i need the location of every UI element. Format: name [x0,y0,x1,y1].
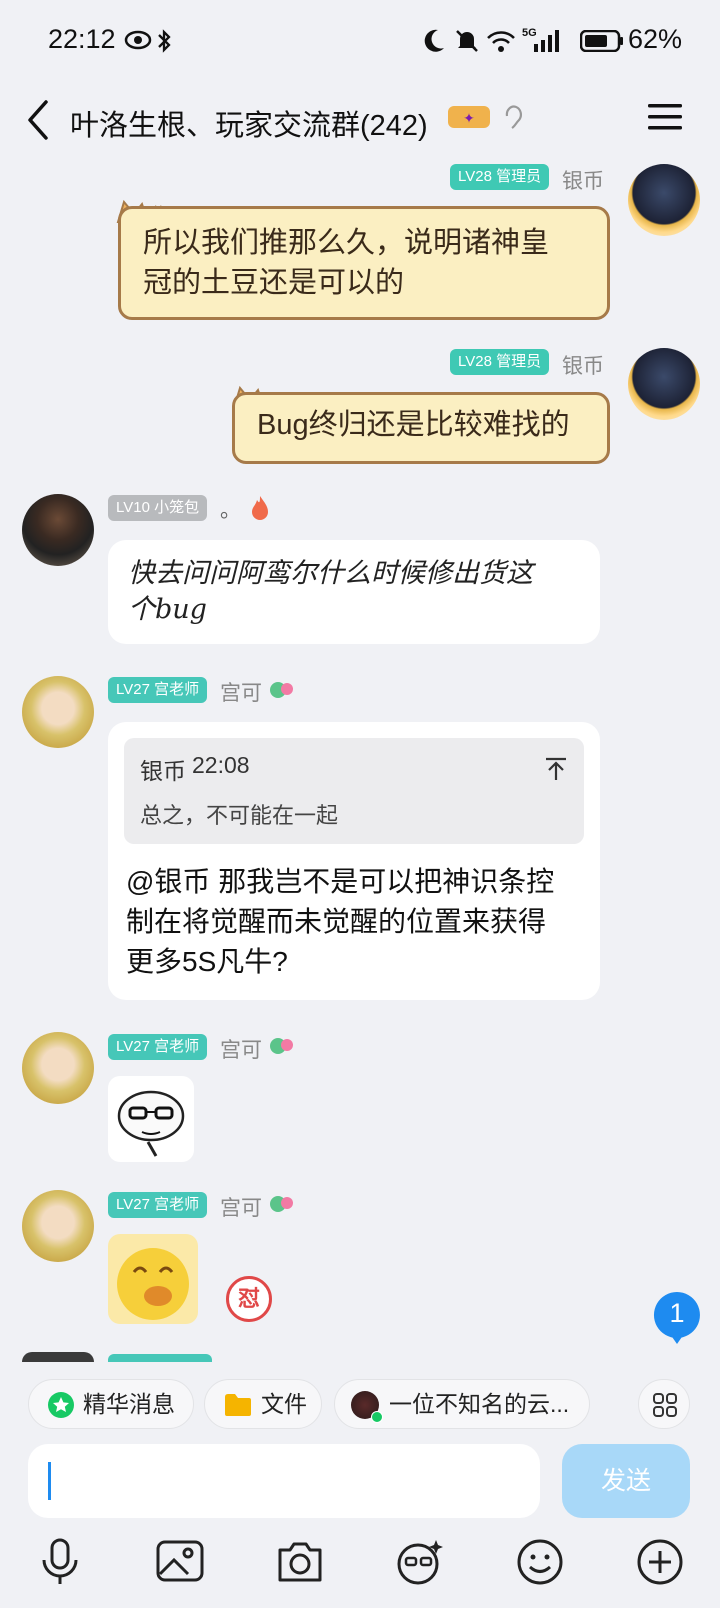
star-icon [48,1392,74,1418]
member-level-badge: LV27 宫老师 [108,677,208,703]
sender-nickname[interactable]: 宫可 [220,1034,262,1064]
chip-member[interactable]: 一位不知名的云... [334,1379,590,1429]
send-button[interactable]: 发送 [562,1444,690,1518]
chip-label: 精华消息 [83,1391,175,1417]
chip-files[interactable]: 文件 [204,1379,322,1429]
message-text-line: 所以我们推那么久，说明诸神皇 [143,227,550,259]
sticker-image[interactable] [108,1076,194,1162]
message-text-line: 个bug [128,594,207,625]
message-text-line: @银币 那我岂不是可以把神识条控 [126,866,555,897]
member-level-badge: LV27 宫老师 [108,1192,208,1218]
grid-icon [653,1393,677,1417]
quote-time: 22:08 [192,752,250,778]
message-text-line: 冠的土豆还是可以的 [143,267,405,299]
sender-nickname[interactable]: 。 [220,494,241,524]
face-effect-icon[interactable] [394,1536,446,1588]
message-bubble[interactable]: 所以我们推那么久，说明诸神皇 冠的土豆还是可以的 [118,206,610,320]
message-text: Bug终归还是比较难找的 [257,409,570,441]
status-bar: 22:12 5G 62% [0,0,720,80]
avatar[interactable] [22,1032,94,1104]
ear-icon[interactable] [502,104,524,132]
member-level-badge [108,1354,212,1362]
message-text-line: 更多5S凡牛? [126,946,288,977]
mute-bell-icon [456,30,478,52]
svg-text:✦: ✦ [463,111,475,127]
member-level-badge: LV28 管理员 [450,349,550,375]
chip-label: 一位不知名的云... [389,1391,570,1417]
folder-icon [225,1394,251,1416]
text-cursor [48,1462,51,1500]
avatar[interactable] [22,494,94,566]
group-badge-icon: ✦ [448,106,490,128]
jump-to-top-icon[interactable] [544,756,568,782]
moon-icon [424,29,444,52]
message-bubble[interactable]: 银币 22:08 总之，不可能在一起 @银币 那我岂不是可以把神识条控 制在将觉… [108,722,600,1000]
sticker-image[interactable] [108,1234,198,1324]
sender-nickname[interactable]: 银币 [562,350,604,380]
signal-icon [534,30,559,52]
camera-icon[interactable] [274,1536,326,1588]
wifi-icon [487,31,515,52]
sticker-icon [117,1090,185,1157]
reaction-badge[interactable]: 怼 [226,1276,272,1322]
back-arrow-icon[interactable] [26,100,50,140]
avatar[interactable] [628,348,700,420]
sender-nickname[interactable]: 宫可 [220,677,262,707]
message-text: @银币 那我岂不是可以把神识条控 制在将觉醒而未觉醒的位置来获得 更多5S凡牛? [126,862,554,982]
battery-percent: 62% [628,24,683,54]
member-level-badge: LV28 管理员 [450,164,550,190]
sender-nickname[interactable]: 银币 [562,165,604,195]
message-input[interactable] [28,1444,540,1518]
avatar[interactable] [22,676,94,748]
dragon-icon [270,1196,293,1212]
member-level-badge: LV10 小笼包 [108,495,208,521]
unread-count: 1 [669,1298,685,1328]
emoji-icon[interactable] [514,1536,566,1588]
member-level-badge: LV27 宫老师 [108,1034,208,1060]
menu-icon[interactable] [648,102,682,132]
chip-highlights[interactable]: 精华消息 [28,1379,194,1429]
mic-icon[interactable] [34,1536,86,1588]
message-text-line: 快去问问阿鸾尔什么时候修出货这 [128,558,533,589]
dragon-icon [270,682,293,698]
flame-icon [252,496,268,520]
dragon-icon [270,1038,293,1054]
apps-button[interactable] [638,1379,690,1429]
status-time: 22:12 [48,24,116,54]
avatar[interactable] [628,164,700,236]
chip-label: 文件 [261,1391,307,1417]
image-icon[interactable] [154,1536,206,1588]
quoted-message[interactable]: 银币 22:08 总之，不可能在一起 [124,738,584,844]
avatar[interactable] [22,1352,94,1362]
sender-nickname[interactable]: 宫可 [220,1192,262,1222]
message-bubble[interactable]: 快去问问阿鸾尔什么时候修出货这 个bug [108,540,600,644]
quote-text: 总之，不可能在一起 [140,803,339,828]
bluetooth-icon [158,29,171,53]
plus-icon[interactable] [634,1536,686,1588]
quote-author: 银币 [140,758,186,784]
message-text-line: 制在将觉醒而未觉醒的位置来获得 [126,906,547,937]
message-bubble[interactable]: Bug终归还是比较难找的 [232,392,610,464]
battery-icon [580,30,623,52]
sticker-icon [117,1248,189,1320]
eye-icon [124,30,152,50]
online-dot-icon [371,1411,383,1423]
group-title[interactable]: 叶洛生根、玩家交流群(242) [70,102,428,144]
avatar[interactable] [22,1190,94,1262]
